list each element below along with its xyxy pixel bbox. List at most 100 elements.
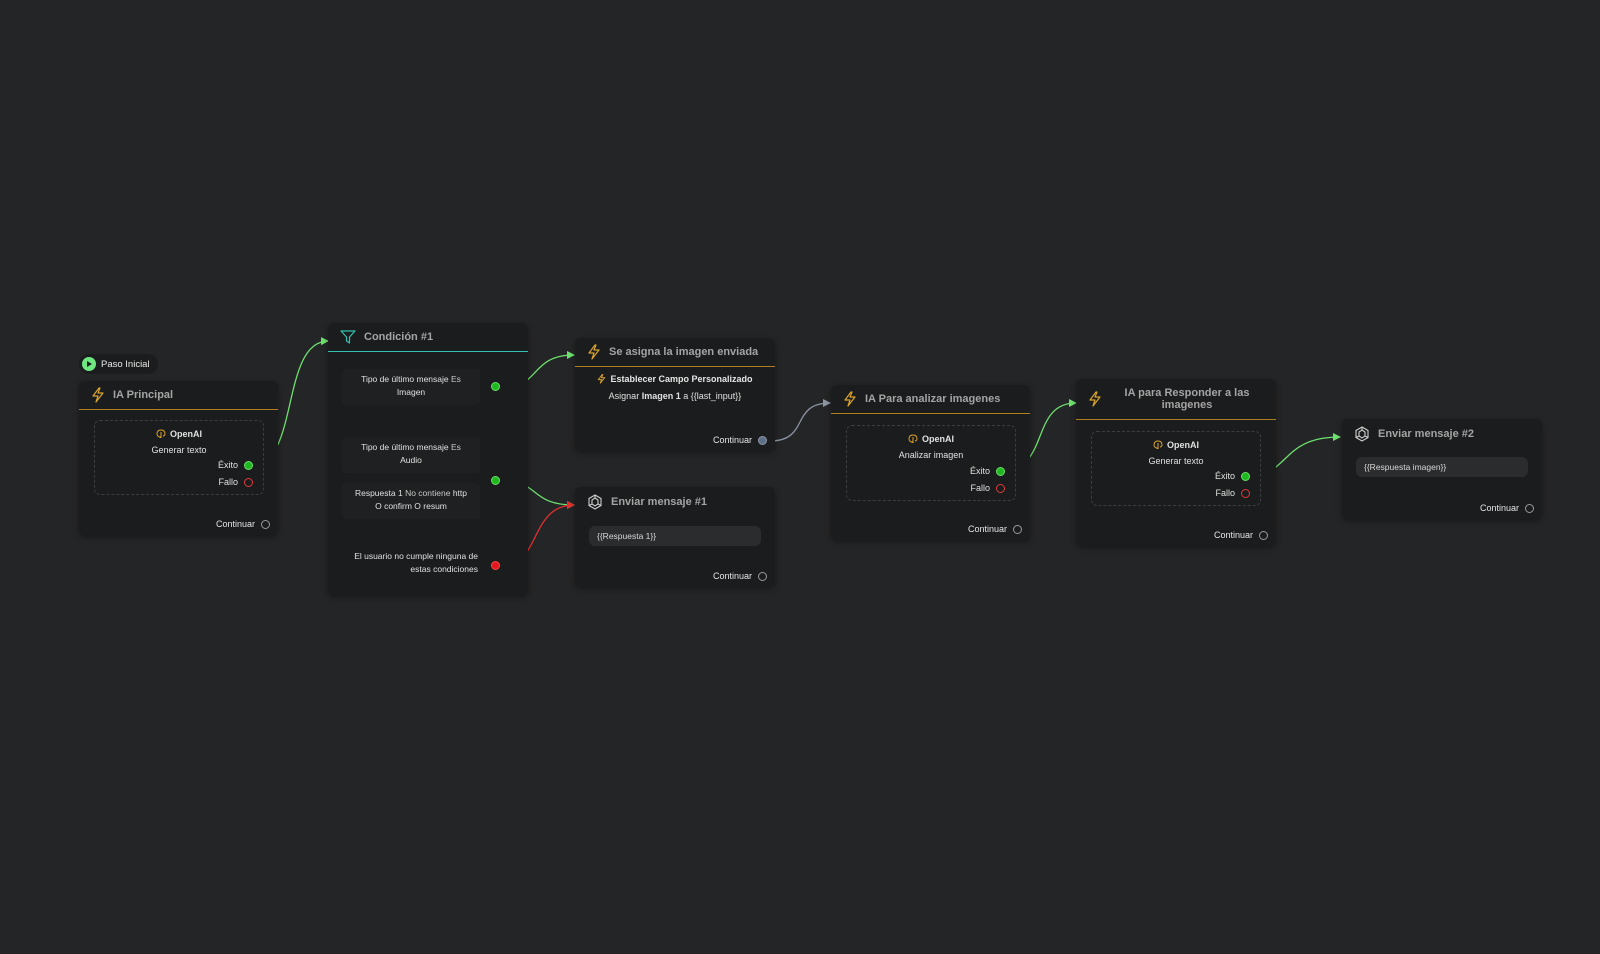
assign-field: Imagen 1	[641, 391, 681, 401]
message-field[interactable]: {{Respuesta imagen}}	[1356, 457, 1528, 477]
lightning-icon	[91, 387, 105, 403]
success-label: Éxito	[969, 466, 990, 476]
node-header: IA Principal	[79, 381, 278, 410]
condition-field: Tipo de último mensaje	[361, 442, 449, 452]
condition-operator: Es	[451, 442, 461, 452]
continue-label: Continuar	[967, 524, 1007, 534]
node-condicion[interactable]: Condición #1 Tipo de último mensaje Es I…	[328, 323, 528, 595]
condition-field: Tipo de último mensaje	[361, 374, 449, 384]
node-title: IA para Responder a las imagenes	[1124, 387, 1250, 411]
node-ia-responder[interactable]: IA para Responder a las imagenes OpenAI …	[1076, 379, 1276, 546]
node-title: IA Para analizar imagenes	[865, 393, 1001, 405]
action-title-row: Establecer Campo Personalizado	[575, 374, 775, 384]
action-label: Generar texto	[151, 445, 207, 455]
assign-value: {{last_input}}	[690, 391, 742, 401]
condition-value: Audio	[400, 455, 422, 465]
continue-output[interactable]: Continuar	[1214, 530, 1268, 540]
node-title: Condición #1	[364, 331, 434, 343]
openai-icon	[587, 494, 603, 510]
lightning-icon	[1088, 391, 1102, 407]
fail-label: Fallo	[1215, 488, 1235, 498]
success-output[interactable]: Éxito	[1215, 471, 1250, 481]
condition-operator: No contiene	[405, 488, 451, 498]
assign-description: Asignar Imagen 1 a {{last_input}}	[575, 391, 775, 401]
condition-value: http	[452, 488, 468, 498]
fail-label: Fallo	[218, 477, 238, 487]
continue-label: Continuar	[1213, 530, 1253, 540]
continue-port[interactable]	[261, 519, 270, 529]
node-asigna-imagen[interactable]: Se asigna la imagen enviada Establecer C…	[575, 338, 775, 451]
provider-name: OpenAI	[921, 434, 954, 444]
action-label: Analizar imagen	[898, 450, 964, 460]
fail-port[interactable]	[244, 477, 253, 487]
node-ia-analizar[interactable]: IA Para analizar imagenes OpenAI Analiza…	[831, 385, 1030, 540]
continue-label: Continuar	[712, 435, 752, 445]
start-step-badge[interactable]: Paso Inicial	[79, 354, 158, 374]
node-header: Condición #1	[328, 323, 528, 352]
ai-action-box[interactable]: OpenAI Analizar imagen Éxito Fallo	[846, 425, 1016, 501]
fail-output[interactable]: Fallo	[218, 477, 253, 487]
continue-port[interactable]	[758, 435, 767, 445]
continue-port[interactable]	[1525, 503, 1534, 513]
fail-output[interactable]: Fallo	[970, 483, 1005, 493]
assign-mid: a	[683, 391, 689, 401]
condition-value-extra: O confirm O resum	[375, 501, 447, 511]
success-port[interactable]	[996, 466, 1005, 476]
node-title: IA Principal	[113, 389, 174, 401]
assign-prefix: Asignar	[608, 391, 640, 401]
message-text: {{Respuesta imagen}}	[1364, 462, 1447, 472]
condition-item-respuesta[interactable]: Respuesta 1 No contiene http O confirm O…	[342, 483, 480, 519]
lightning-icon	[843, 391, 857, 407]
continue-output[interactable]: Continuar	[968, 524, 1022, 534]
fail-port[interactable]	[996, 483, 1005, 493]
success-port[interactable]	[1241, 471, 1250, 481]
node-header: IA para Responder a las imagenes	[1076, 379, 1276, 420]
flow-canvas[interactable]: Paso Inicial IA Principal OpenAI Generar…	[0, 0, 1600, 954]
condition-item-audio[interactable]: Tipo de último mensaje Es Audio	[342, 437, 480, 473]
filter-icon	[340, 330, 356, 344]
continue-output[interactable]: Continuar	[713, 435, 767, 445]
node-enviar-mensaje-2[interactable]: Enviar mensaje #2 {{Respuesta imagen}} C…	[1342, 419, 1542, 519]
node-header: Se asigna la imagen enviada	[575, 338, 775, 367]
fail-output[interactable]: Fallo	[1215, 488, 1250, 498]
success-label: Éxito	[1214, 471, 1235, 481]
message-field[interactable]: {{Respuesta 1}}	[589, 526, 761, 546]
play-icon	[82, 357, 96, 371]
edge-asigna-to-analizar	[769, 399, 831, 442]
condition-item-imagen[interactable]: Tipo de último mensaje Es Imagen	[342, 369, 480, 405]
continue-label: Continuar	[712, 571, 752, 581]
action-title: Establecer Campo Personalizado	[610, 374, 753, 384]
continue-output[interactable]: Continuar	[1480, 503, 1534, 513]
continue-port[interactable]	[758, 571, 767, 581]
condition-else-port[interactable]	[491, 561, 500, 570]
condition-imagen-port[interactable]	[491, 382, 500, 391]
start-step-label: Paso Inicial	[101, 358, 150, 370]
continue-output[interactable]: Continuar	[216, 519, 270, 529]
provider-name: OpenAI	[1166, 440, 1199, 450]
success-output[interactable]: Éxito	[970, 466, 1005, 476]
success-label: Éxito	[217, 460, 238, 470]
continue-port[interactable]	[1013, 524, 1022, 534]
ai-action-box[interactable]: OpenAI Generar texto Éxito Fallo	[1091, 431, 1261, 506]
continue-port[interactable]	[1259, 530, 1268, 540]
provider-name: OpenAI	[169, 429, 202, 439]
continue-label: Continuar	[215, 519, 255, 529]
node-title: Enviar mensaje #1	[611, 496, 708, 508]
node-header: Enviar mensaje #1	[575, 487, 775, 517]
node-header: IA Para analizar imagenes	[831, 385, 1030, 414]
node-header: Enviar mensaje #2	[1342, 419, 1542, 449]
fail-label: Fallo	[970, 483, 990, 493]
success-output[interactable]: Éxito	[218, 460, 253, 470]
action-label: Generar texto	[1148, 456, 1204, 466]
fail-port[interactable]	[1241, 488, 1250, 498]
brain-icon	[1153, 440, 1163, 450]
node-enviar-mensaje-1[interactable]: Enviar mensaje #1 {{Respuesta 1}} Contin…	[575, 487, 775, 587]
success-port[interactable]	[244, 460, 253, 470]
node-ia-principal[interactable]: IA Principal OpenAI Generar texto Éxito …	[79, 381, 278, 535]
condition-audio-group-port[interactable]	[491, 476, 500, 485]
continue-output[interactable]: Continuar	[713, 571, 767, 581]
lightning-icon	[587, 344, 601, 360]
brain-icon	[156, 429, 166, 439]
message-text: {{Respuesta 1}}	[597, 531, 657, 541]
ai-action-box[interactable]: OpenAI Generar texto Éxito Fallo	[94, 420, 264, 495]
